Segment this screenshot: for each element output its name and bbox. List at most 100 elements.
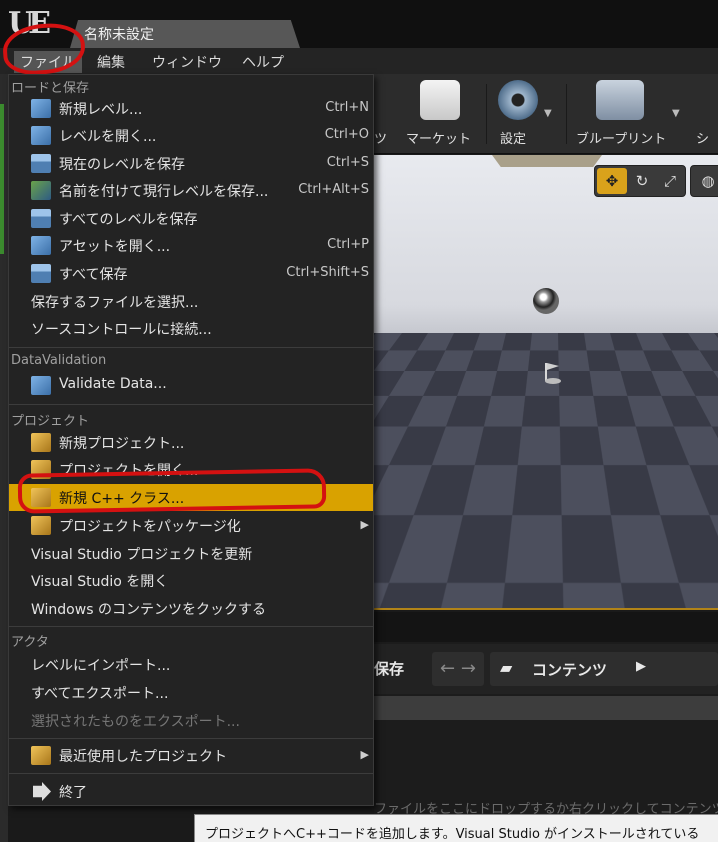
- menu-item-shortcut: Ctrl+S: [326, 155, 369, 170]
- new-level-icon: [31, 99, 51, 118]
- menu-item-export-selected: 選択されたものをエクスポート...: [9, 707, 373, 734]
- validate-icon: [31, 376, 51, 395]
- history-nav-arrows-icon[interactable]: ← →: [432, 652, 484, 686]
- menu-item-open-visual-studio[interactable]: Visual Studio を開く: [9, 567, 373, 594]
- menu-item-recent-projects[interactable]: 最近使用したプロジェクト ▶: [9, 742, 373, 769]
- main-toolbar: ツ マーケット ▼ 設定 ▼ ブループリント シ: [374, 74, 718, 154]
- cinematics-label: シ: [696, 132, 710, 147]
- menu-separator: [9, 773, 373, 774]
- menu-item-package-project[interactable]: プロジェクトをパッケージ化 ▶: [9, 512, 373, 539]
- blueprints-dropdown-arrow-icon[interactable]: ▼: [672, 108, 680, 119]
- level-tab-title: 名称未設定: [84, 27, 154, 43]
- settings-button[interactable]: ▼ 設定: [492, 74, 556, 154]
- cpp-class-icon: [31, 488, 51, 507]
- blueprints-button[interactable]: ▼ ブループリント: [572, 74, 688, 154]
- file-menu-dropdown: ロードと保存 新規レベル... Ctrl+N レベルを開く... Ctrl+O …: [8, 74, 374, 806]
- marketplace-label: マーケット: [406, 132, 472, 147]
- menu-edit[interactable]: 編集: [91, 51, 131, 73]
- menu-item-exit[interactable]: 終了: [9, 778, 373, 805]
- blueprints-label: ブループリント: [576, 132, 667, 147]
- menu-item-label: 選択されたものをエクスポート...: [31, 714, 240, 730]
- open-project-icon: [31, 460, 51, 479]
- world-local-toggle: ◍: [690, 165, 718, 197]
- chevron-right-icon[interactable]: ▶: [636, 659, 646, 674]
- menu-item-label: 現在のレベルを保存: [59, 157, 185, 173]
- menu-help[interactable]: ヘルプ: [236, 51, 290, 73]
- menu-item-shortcut: Ctrl+P: [327, 237, 369, 252]
- menu-separator: [9, 347, 373, 348]
- open-level-icon: [31, 126, 51, 145]
- menu-item-new-project[interactable]: 新規プロジェクト...: [9, 429, 373, 456]
- save-all-levels-icon: [31, 209, 51, 228]
- globe-icon[interactable]: ◍: [693, 168, 718, 194]
- section-heading-project: プロジェクト: [11, 414, 90, 429]
- blueprint-gamepad-icon: [596, 80, 644, 120]
- settings-dropdown-arrow-icon[interactable]: ▼: [544, 108, 552, 119]
- menu-item-new-level[interactable]: 新規レベル... Ctrl+N: [9, 95, 373, 122]
- menu-item-save-all[interactable]: すべて保存 Ctrl+Shift+S: [9, 260, 373, 287]
- menu-item-label: Validate Data...: [59, 376, 167, 392]
- scale-tool-icon[interactable]: ⤢: [655, 168, 685, 194]
- menu-item-refresh-vs-project[interactable]: Visual Studio プロジェクトを更新: [9, 540, 373, 567]
- submenu-arrow-icon: ▶: [360, 518, 369, 531]
- unreal-logo-icon[interactable]: UE: [8, 6, 51, 41]
- settings-label: 設定: [500, 132, 527, 147]
- save-all-icon: [31, 264, 51, 283]
- translate-tool-icon[interactable]: ✥: [597, 168, 627, 194]
- player-start-icon[interactable]: [541, 361, 563, 385]
- left-panel-accent: [0, 104, 4, 254]
- toolbar-partial-button[interactable]: ツ: [374, 74, 404, 154]
- path-breadcrumb[interactable]: ▰ コンテンツ ▶: [490, 652, 718, 686]
- section-heading-actor: アクタ: [11, 635, 49, 650]
- settings-gear-icon: [498, 80, 538, 120]
- menu-item-label: 保存するファイルを選択...: [31, 295, 199, 311]
- level-viewport[interactable]: ✥ ↻ ⤢ ◍: [374, 155, 718, 610]
- save-icon: [31, 154, 51, 173]
- tooltip-text: プロジェクトへC++コードを追加します。Visual Studio がインストー…: [205, 827, 700, 842]
- left-panel-edge: [0, 74, 8, 842]
- cinematics-button[interactable]: シ: [696, 74, 718, 154]
- open-asset-icon: [31, 236, 51, 255]
- menu-item-label: すべてエクスポート...: [31, 686, 169, 702]
- menu-item-open-level[interactable]: レベルを開く... Ctrl+O: [9, 122, 373, 149]
- menu-item-open-project[interactable]: プロジェクトを開く...: [9, 456, 373, 483]
- level-tab[interactable]: 名称未設定: [70, 20, 300, 48]
- title-bar: UE 名称未設定: [0, 0, 718, 48]
- cpp-class-tooltip: プロジェクトへC++コードを追加します。Visual Studio がインストー…: [194, 814, 718, 842]
- menu-item-validate-data[interactable]: Validate Data...: [9, 372, 373, 399]
- menu-bar: ファイル 編集 ウィンドウ ヘルプ: [0, 48, 718, 74]
- menu-file[interactable]: ファイル: [14, 51, 82, 73]
- toolbar-separator: [486, 84, 487, 144]
- toolbar-partial-label: ツ: [374, 132, 388, 147]
- menu-item-save-current-level[interactable]: 現在のレベルを保存 Ctrl+S: [9, 150, 373, 177]
- marketplace-button[interactable]: マーケット: [404, 74, 480, 154]
- menu-item-label: 名前を付けて現行レベルを保存...: [59, 184, 269, 200]
- menu-window[interactable]: ウィンドウ: [146, 51, 228, 73]
- save-as-icon: [31, 181, 51, 200]
- menu-item-label: レベルを開く...: [59, 129, 157, 145]
- menu-item-connect-source-control[interactable]: ソースコントロールに接続...: [9, 315, 373, 342]
- menu-item-import-to-level[interactable]: レベルにインポート...: [9, 651, 373, 678]
- transform-tools: ✥ ↻ ⤢: [594, 165, 686, 197]
- menu-item-open-asset[interactable]: アセットを開く... Ctrl+P: [9, 232, 373, 259]
- menu-item-shortcut: Ctrl+Alt+S: [298, 182, 369, 197]
- menu-item-shortcut: Ctrl+N: [325, 100, 369, 115]
- recent-projects-clock-icon: [31, 746, 51, 765]
- menu-item-cook-windows[interactable]: Windows のコンテンツをクックする: [9, 595, 373, 622]
- viewport-top-tab: [492, 155, 602, 167]
- sky-sphere-icon[interactable]: [533, 288, 559, 314]
- save-all-button[interactable]: 保存: [374, 658, 404, 679]
- path-content-label: コンテンツ: [532, 661, 608, 679]
- menu-item-label: 終了: [59, 785, 87, 801]
- rotate-tool-icon[interactable]: ↻: [627, 168, 657, 194]
- menu-item-label: 最近使用したプロジェクト: [59, 749, 227, 765]
- menu-item-new-cpp-class[interactable]: 新規 C++ クラス...: [9, 484, 373, 511]
- content-browser-filter-bar[interactable]: [374, 696, 718, 720]
- menu-item-save-level-as[interactable]: 名前を付けて現行レベルを保存... Ctrl+Alt+S: [9, 177, 373, 204]
- menu-item-save-all-levels[interactable]: すべてのレベルを保存: [9, 205, 373, 232]
- menu-item-export-all[interactable]: すべてエクスポート...: [9, 679, 373, 706]
- content-browser: 保存 ← → ▰ コンテンツ ▶ ファイルをここにドロップするか右クリックしてコ…: [374, 612, 718, 842]
- menu-item-label: Visual Studio プロジェクトを更新: [31, 547, 253, 563]
- menu-item-choose-files-to-save[interactable]: 保存するファイルを選択...: [9, 288, 373, 315]
- menu-separator: [9, 404, 373, 405]
